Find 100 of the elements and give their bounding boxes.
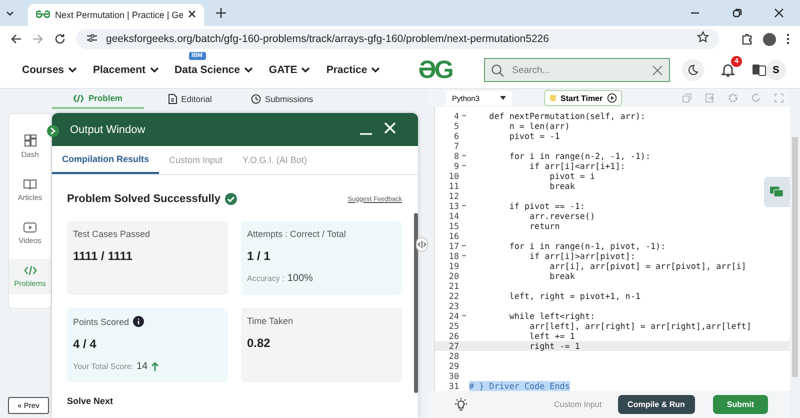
nav-menu[interactable]: GATE (268, 62, 310, 78)
dashboard-icon (24, 134, 36, 147)
code-line: break (548, 181, 575, 191)
line-number: 26 (448, 331, 459, 341)
line-number: 14 (448, 211, 459, 221)
code-line: while left<right: (508, 311, 596, 321)
stat-note-label: Your Total Score: (73, 362, 134, 371)
nav-menu[interactable]: Courses (22, 62, 78, 78)
code-line: for i in range(n-1, pivot, -1): (508, 241, 666, 251)
line-number: 24 (448, 311, 459, 321)
code-icon (24, 265, 36, 276)
chevron-down-icon[interactable] (150, 67, 159, 73)
line-number: 8 (452, 151, 459, 161)
problem-tab[interactable]: Editorial (144, 89, 236, 109)
code-icon (73, 94, 84, 102)
code-line: def nextPermutation(self, arr): (488, 111, 646, 121)
status-message: Problem Solved Successfully (67, 193, 220, 205)
nav-menu[interactable]: Practice (326, 62, 380, 78)
code-line: if pivot == -1: (508, 201, 585, 211)
search-input[interactable]: Search... (510, 64, 646, 76)
section-heading: Solve Next (67, 396, 114, 406)
document-icon (168, 94, 178, 104)
address-bar[interactable]: geeksforgeeks.org/batch/gfg-160-problems/track/arrays-gfg-160/problem/next-permutation5226 (76, 29, 719, 49)
user-avatar[interactable]: S (766, 60, 786, 80)
profile-avatar[interactable] (763, 32, 776, 46)
start-timer-button[interactable]: Start Timer (544, 90, 622, 106)
chevron-down-icon[interactable] (68, 67, 78, 73)
output-tab[interactable]: Compilation Results (52, 146, 160, 174)
stat-value: 1 / 1 (247, 249, 272, 263)
book-icon (23, 179, 37, 190)
scrollbar[interactable] (414, 213, 418, 393)
code-line: arr[left], arr[right] = arr[right],arr[left] (528, 321, 752, 331)
code-line: left += 1 (528, 331, 575, 341)
code-line: arr[i], arr[pivot] = arr[pivot], arr[i] (548, 261, 746, 271)
chevron-down-icon[interactable] (244, 67, 253, 73)
problem-tab[interactable]: Problem (52, 89, 144, 109)
reload-icon[interactable] (54, 33, 66, 45)
close-icon[interactable] (188, 10, 196, 20)
check-icon (225, 193, 238, 205)
nav-menu[interactable]: Placement (93, 62, 159, 78)
line-number: 4 (452, 111, 459, 121)
clear-icon[interactable] (652, 64, 664, 76)
stat-label: Attempts : Correct / Total (247, 229, 346, 239)
stat-value: 0.82 (247, 336, 272, 350)
back-icon[interactable] (10, 33, 22, 45)
scrollbar[interactable] (792, 137, 798, 377)
code-line: break (548, 271, 575, 281)
clock-icon (250, 94, 261, 104)
chat-button[interactable] (764, 177, 790, 207)
bell-icon[interactable] (720, 62, 736, 78)
dark-mode-icon[interactable] (682, 59, 704, 81)
submit-button[interactable]: Submit (712, 395, 768, 414)
caret-icon (500, 96, 506, 100)
line-number: 11 (448, 181, 459, 191)
browser-tab[interactable]: Next Permutation | Practice | Ge (28, 4, 204, 26)
chevron-down-icon[interactable] (301, 67, 310, 73)
line-number: 5 (452, 121, 459, 131)
code-line: arr.reverse() (528, 211, 596, 221)
line-number: 29 (448, 361, 459, 371)
info-icon (133, 316, 144, 327)
extensions-icon[interactable] (741, 33, 753, 45)
line-number: 23 (448, 301, 459, 311)
line-number: 18 (448, 251, 459, 261)
stat-label: Points Scored (73, 316, 130, 326)
code-line: n = len(arr) (508, 121, 570, 131)
line-number: 31 (448, 381, 459, 391)
problem-tab[interactable]: Submissions (236, 89, 328, 109)
chat-icon (770, 184, 784, 200)
lightbulb-icon[interactable] (454, 398, 468, 412)
code-line: pivot = -1 (508, 131, 560, 141)
line-number: 25 (448, 321, 459, 331)
line-number: 28 (448, 351, 459, 361)
line-number: 20 (448, 271, 459, 281)
resize-handle[interactable] (416, 237, 428, 252)
line-number: 13 (448, 201, 459, 211)
stat-value: 4 / 4 (73, 337, 98, 351)
code-line: right -= 1 (528, 341, 580, 351)
shield-icon (548, 94, 557, 102)
code-line: for i in range(n-2, -1, -1): (508, 151, 651, 161)
site-logo[interactable]: ƏG (418, 56, 458, 84)
search-icon (491, 64, 504, 76)
line-number: 19 (448, 261, 459, 271)
code-line: if arr[i]<arr[i+1]: (528, 161, 626, 171)
code-line: if arr[i]>arr[pivot]: (528, 251, 636, 261)
more-icon[interactable] (786, 33, 790, 45)
line-number: 16 (448, 231, 459, 241)
compile-run-button[interactable]: Compile & Run (618, 395, 695, 414)
line-number: 21 (448, 281, 459, 291)
line-number: 7 (452, 141, 459, 151)
search-bar[interactable]: Search... (484, 58, 670, 82)
stat-note-label: Accuracy : (247, 274, 284, 283)
new-tab-icon[interactable] (216, 8, 226, 18)
code-line: return (528, 221, 560, 231)
stat-label: Test Cases Passed (73, 229, 150, 239)
line-number: 27 (448, 341, 459, 351)
line-number: 9 (452, 161, 459, 171)
chevron-down-icon[interactable] (371, 67, 380, 73)
line-number: 10 (448, 171, 459, 181)
play-icon (606, 93, 617, 103)
code-line: pivot = i (548, 171, 596, 181)
